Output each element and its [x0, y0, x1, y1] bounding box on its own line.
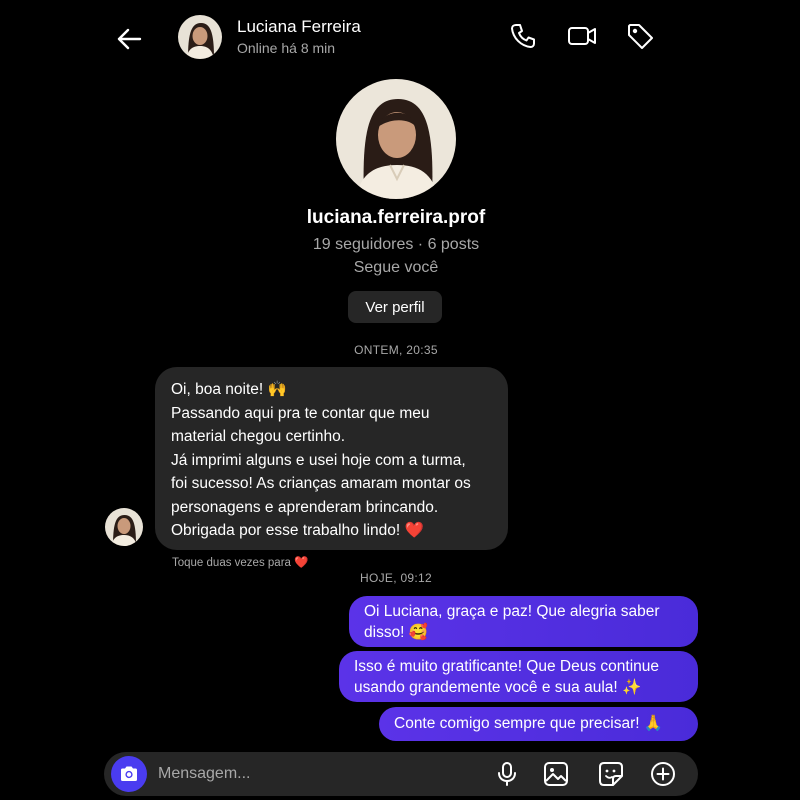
contact-name[interactable]: Luciana Ferreira: [237, 17, 361, 37]
sender-avatar-image: [105, 508, 143, 546]
profile-photo: [336, 79, 456, 199]
video-call-button[interactable]: [566, 20, 598, 52]
view-profile-button[interactable]: Ver perfil: [348, 291, 442, 323]
sticker-button[interactable]: [597, 760, 625, 788]
phone-icon: [511, 24, 535, 48]
back-button[interactable]: [112, 22, 146, 56]
message-line: usando grandemente você e sua aula! ✨: [354, 679, 642, 696]
profile-stats: 19 seguidores · 6 posts: [312, 236, 480, 253]
message-line: foi sucesso! As crianças amaram montar o…: [171, 475, 471, 492]
camera-button[interactable]: [111, 756, 147, 792]
profile-avatar[interactable]: [336, 79, 456, 199]
image-icon: [544, 762, 568, 786]
message-line: personagens e aprenderam brincando.: [171, 498, 439, 516]
tag-button[interactable]: [624, 20, 656, 52]
follow-status: Segue você: [353, 259, 439, 276]
contact-status: Online há 8 min: [237, 40, 336, 56]
profile-username: luciana.ferreira.prof: [306, 207, 486, 228]
message-input[interactable]: [158, 763, 458, 785]
avatar[interactable]: [178, 15, 222, 59]
camera-icon: [121, 766, 137, 781]
sender-avatar[interactable]: [105, 508, 143, 546]
message-line: Conte comigo sempre que precisar! 🙏: [394, 715, 664, 732]
incoming-message[interactable]: Oi, boa noite! 🙌 Passando aqui pra te co…: [155, 367, 508, 550]
timestamp: HOJE, 09:12: [359, 571, 432, 585]
message-line: Oi, boa noite! 🙌: [171, 381, 287, 398]
message-line: material chegou certinho.: [171, 428, 346, 445]
tag-icon: [628, 24, 653, 49]
more-options-button[interactable]: [649, 760, 677, 788]
back-arrow-icon: [117, 28, 142, 50]
voice-message-button[interactable]: [493, 760, 521, 788]
message-line: Oi Luciana, graça e paz! Que alegria sab…: [364, 603, 660, 620]
outgoing-message[interactable]: Oi Luciana, graça e paz! Que alegria sab…: [349, 596, 698, 647]
message-line: Já imprimi alguns e usei hoje com a turm…: [171, 451, 466, 469]
gallery-button[interactable]: [542, 760, 570, 788]
message-line: Isso é muito gratificante! Que Deus cont…: [354, 658, 659, 675]
avatar-image: [178, 15, 222, 59]
video-icon: [568, 27, 596, 45]
message-line: Obrigada por esse trabalho lindo! ❤️: [171, 522, 424, 539]
outgoing-message[interactable]: Conte comigo sempre que precisar! 🙏: [379, 707, 698, 741]
message-line: disso! 🥰: [364, 624, 429, 641]
message-line: Passando aqui pra te contar que meu: [171, 404, 430, 422]
microphone-icon: [498, 762, 516, 786]
timestamp: ONTEM, 20:35: [354, 343, 438, 357]
sticker-icon: [599, 762, 623, 786]
plus-icon: [651, 762, 675, 786]
call-button[interactable]: [507, 20, 539, 52]
outgoing-message[interactable]: Isso é muito gratificante! Que Deus cont…: [339, 651, 698, 702]
double-tap-hint: Toque duas vezes para ❤️: [172, 557, 309, 569]
